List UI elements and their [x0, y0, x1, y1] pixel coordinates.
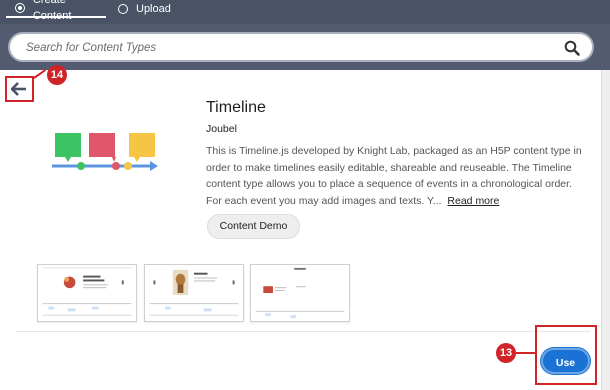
top-tab-bar: Create Content Upload	[0, 0, 610, 24]
read-more-link[interactable]: Read more	[447, 195, 499, 207]
screenshot-2-image	[145, 265, 243, 321]
search-icon[interactable]	[564, 40, 580, 56]
callout-connector-14	[33, 69, 47, 79]
use-button[interactable]: Use	[541, 348, 590, 374]
tab-upload-label: Upload	[136, 3, 171, 15]
callout-badge-14: 14	[47, 65, 67, 85]
radio-unselected-icon	[118, 4, 128, 14]
content-type-description: This is Timeline.js developed by Knight …	[206, 143, 590, 209]
content-type-owner: Joubel	[206, 123, 237, 135]
screenshot-thumbnail-2[interactable]	[144, 264, 244, 322]
screenshot-3-image	[251, 265, 349, 321]
vertical-scrollbar[interactable]	[601, 70, 610, 390]
callout-connector-13	[516, 352, 536, 354]
arrow-left-icon	[11, 82, 26, 96]
description-text: This is Timeline.js developed by Knight …	[206, 145, 582, 207]
search-input[interactable]	[26, 40, 546, 56]
tab-upload[interactable]: Upload	[118, 0, 171, 18]
content-type-title: Timeline	[206, 99, 266, 116]
tab-create-content[interactable]: Create Content	[6, 0, 106, 22]
callout-badge-13: 13	[496, 343, 516, 363]
screenshot-1-image	[38, 265, 136, 321]
screenshot-thumbnail-1[interactable]	[37, 264, 137, 322]
section-divider	[16, 331, 590, 332]
timeline-icon	[52, 133, 158, 171]
radio-selected-icon	[15, 3, 25, 13]
content-demo-button[interactable]: Content Demo	[207, 214, 300, 239]
tab-create-content-label: Create Content	[32, 0, 72, 22]
back-button[interactable]	[8, 80, 30, 98]
screenshot-thumbnail-3[interactable]	[250, 264, 350, 322]
search-box	[8, 32, 594, 62]
